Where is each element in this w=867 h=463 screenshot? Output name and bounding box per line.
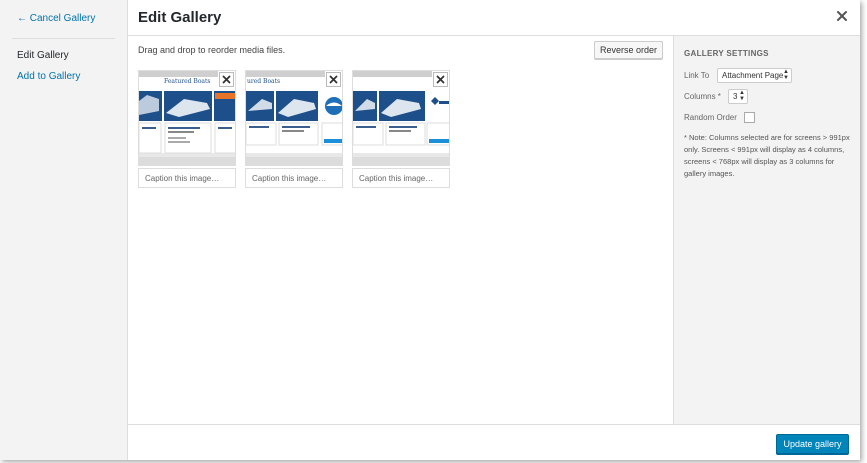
update-gallery-button[interactable]: Update gallery	[776, 434, 849, 454]
sidebar-separator	[12, 38, 115, 39]
close-icon	[436, 75, 445, 84]
remove-item-button[interactable]	[326, 72, 341, 87]
reverse-order-button[interactable]: Reverse order	[594, 41, 663, 59]
columns-select[interactable]: 3 ▲ ▼	[728, 89, 748, 104]
menu-item-add-to-gallery[interactable]: Add to Gallery	[17, 71, 80, 82]
media-modal: ← Cancel Gallery Edit Gallery Add to Gal…	[0, 0, 860, 460]
thumbnail-banner: ured Boats	[247, 78, 281, 85]
settings-heading: GALLERY SETTINGS	[684, 49, 769, 58]
columns-label: Columns *	[684, 92, 721, 101]
thumbnail-banner: Featured Boats	[164, 78, 211, 85]
gallery-settings-panel: GALLERY SETTINGS Link To Attachment Page…	[673, 36, 860, 424]
gallery-item[interactable]	[352, 70, 450, 188]
reorder-instructions: Drag and drop to reorder media files.	[138, 45, 286, 55]
random-order-checkbox[interactable]	[744, 112, 755, 123]
close-icon	[329, 75, 338, 84]
caption-input[interactable]	[352, 168, 450, 188]
caption-input[interactable]	[138, 168, 236, 188]
caption-input[interactable]	[245, 168, 343, 188]
cancel-gallery-link[interactable]: ← Cancel Gallery	[17, 13, 95, 24]
gallery-content: Drag and drop to reorder media files. Re…	[128, 36, 673, 424]
close-icon	[222, 75, 231, 84]
link-to-value: Attachment Page	[722, 71, 784, 80]
menu-item-edit-gallery[interactable]: Edit Gallery	[17, 50, 69, 61]
modal-footer: Update gallery	[128, 424, 860, 460]
columns-value: 3	[733, 92, 738, 101]
select-arrows-icon: ▲ ▼	[783, 69, 789, 81]
gallery-item[interactable]: ured Boats	[245, 70, 343, 188]
close-icon[interactable]	[835, 9, 849, 23]
select-arrows-icon: ▲ ▼	[739, 90, 745, 102]
page-title: Edit Gallery	[138, 9, 222, 26]
link-to-label: Link To	[684, 71, 710, 80]
columns-note: * Note: Columns selected are for screens…	[684, 133, 850, 178]
random-order-label: Random Order	[684, 113, 737, 122]
link-to-select[interactable]: Attachment Page ▲ ▼	[717, 68, 792, 83]
remove-item-button[interactable]	[433, 72, 448, 87]
modal-header: Edit Gallery	[128, 0, 860, 36]
modal-sidebar: ← Cancel Gallery Edit Gallery Add to Gal…	[0, 0, 128, 460]
remove-item-button[interactable]	[219, 72, 234, 87]
gallery-item[interactable]: Featured Boats	[138, 70, 236, 188]
